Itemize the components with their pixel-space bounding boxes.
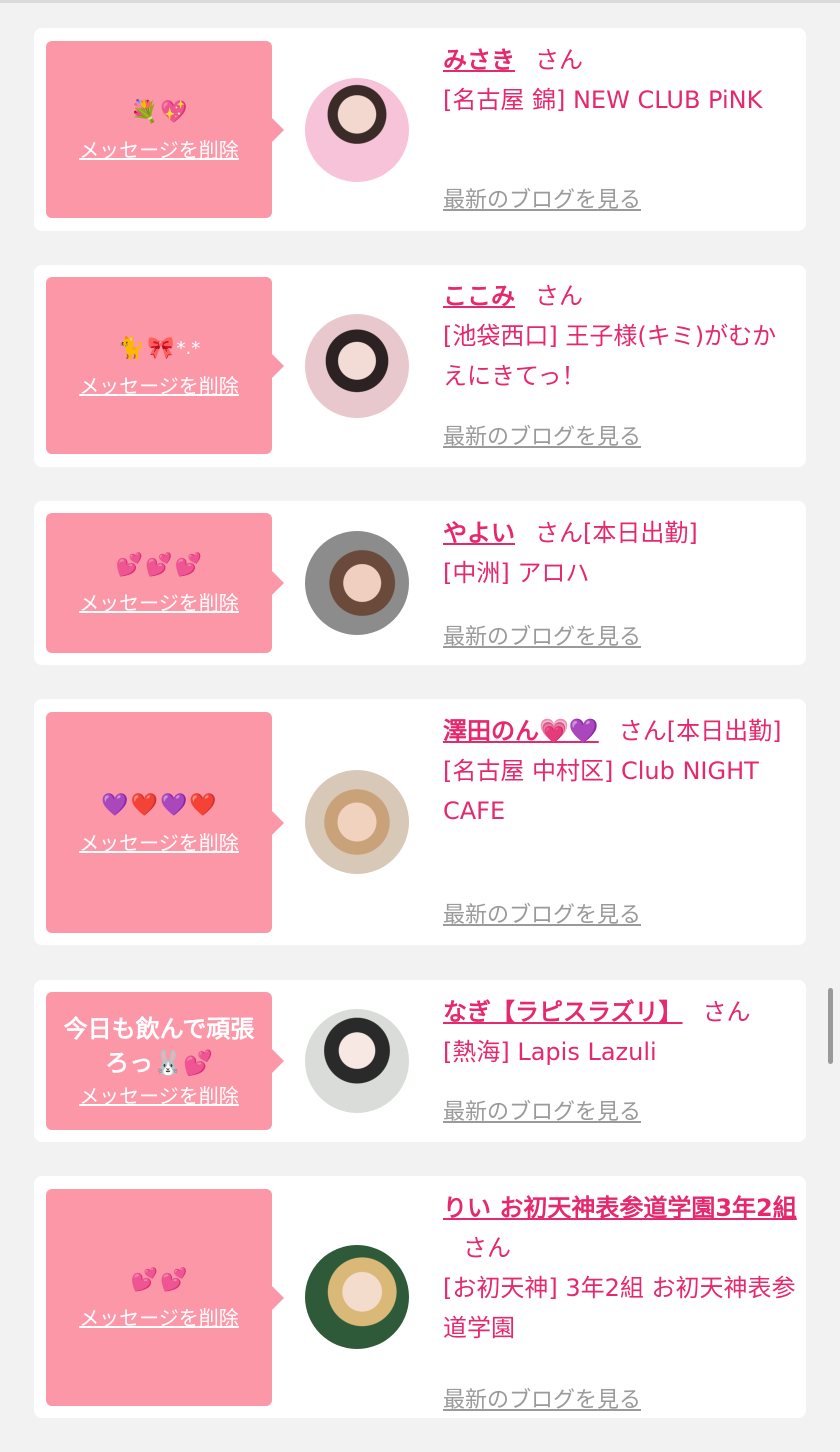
user-name-link[interactable]: なぎ【ラピスラズリ】 <box>443 998 683 1026</box>
sparkling-heart-icon: 💖 <box>160 99 188 125</box>
message-card: 💜 ❤️ 💜 ❤️ メッセージを削除 澤田のん💗💜 さん[本日出勤] [名古屋 中… <box>34 699 806 945</box>
delete-message-link[interactable]: メッセージを削除 <box>79 1304 239 1332</box>
honorific: さん <box>535 519 583 547</box>
latest-blog-link[interactable]: 最新のブログを見る <box>443 1094 641 1126</box>
avatar[interactable] <box>305 314 409 418</box>
red-heart-icon: ❤️ <box>130 792 158 818</box>
two-hearts-icon: 💕 <box>115 553 144 578</box>
user-name-link[interactable]: やよい <box>443 519 515 547</box>
honorific: さん <box>535 282 583 310</box>
user-name-link[interactable]: りい お初天神表参道学園3年2組 <box>443 1194 797 1222</box>
latest-blog-link[interactable]: 最新のブログを見る <box>443 419 641 451</box>
shop-name: [お初天神] 3年2組 お初天神表参道学園 <box>443 1274 796 1342</box>
sparkle-decoration: *.* <box>176 338 201 359</box>
message-emoji: 🐈 🎀 *.* <box>118 332 201 366</box>
shop-name: [中洲] アロハ <box>443 559 590 587</box>
two-hearts-icon: 💕 <box>145 553 173 578</box>
delete-message-link[interactable]: メッセージを削除 <box>79 1082 239 1110</box>
shop-name: [名古屋 中村区] Club NIGHT CAFE <box>443 757 759 825</box>
message-card: 今日も飲んで頑張ろっ🐰💕 メッセージを削除 なぎ【ラピスラズリ】 さん [熱海] … <box>34 980 806 1142</box>
latest-blog-link[interactable]: 最新のブログを見る <box>443 1382 641 1414</box>
ribbon-icon: 🎀 <box>147 335 175 361</box>
latest-blog-link[interactable]: 最新のブログを見る <box>443 897 641 929</box>
message-bubble: 💕 💕 メッセージを削除 <box>46 1189 284 1406</box>
message-emoji: 💐 💖 <box>131 96 188 130</box>
honorific: さん <box>618 717 667 745</box>
latest-blog-link[interactable]: 最新のブログを見る <box>443 619 641 651</box>
scrollbar-thumb[interactable] <box>828 988 833 1064</box>
delete-message-link[interactable]: メッセージを削除 <box>79 372 239 400</box>
message-bubble: 💕 💕 💕 メッセージを削除 <box>46 513 284 653</box>
delete-message-link[interactable]: メッセージを削除 <box>79 589 239 617</box>
two-hearts-icon: 💕 <box>130 1267 158 1293</box>
delete-message-link[interactable]: メッセージを削除 <box>79 829 239 857</box>
message-emoji: 💕 💕 <box>131 1264 188 1298</box>
top-divider <box>0 0 840 3</box>
purple-heart-icon: 💜 <box>101 792 129 818</box>
avatar[interactable] <box>305 770 409 874</box>
working-today-badge: [本日出勤] <box>583 519 698 547</box>
message-card: 🐈 🎀 *.* メッセージを削除 ここみ さん [池袋西口] 王子様(キミ)がむか… <box>34 265 806 467</box>
message-bubble: 💜 ❤️ 💜 ❤️ メッセージを削除 <box>46 712 284 933</box>
shop-name: [名古屋 錦] NEW CLUB PiNK <box>443 86 763 114</box>
avatar[interactable] <box>305 78 409 182</box>
message-card: 💐 💖 メッセージを削除 みさき さん [名古屋 錦] NEW CLUB PiNK… <box>34 28 806 231</box>
user-name-link[interactable]: ここみ <box>443 282 515 310</box>
avatar[interactable] <box>305 531 409 635</box>
avatar[interactable] <box>305 1009 409 1113</box>
bouquet-icon: 💐 <box>130 99 158 125</box>
message-emoji: 💜 ❤️ 💜 ❤️ <box>101 789 217 823</box>
message-card: 💕 💕 💕 メッセージを削除 やよい さん[本日出勤] [中洲] アロハ 最新のブ… <box>34 501 806 665</box>
avatar[interactable] <box>305 1245 409 1349</box>
red-heart-icon: ❤️ <box>189 792 217 818</box>
cat-icon: 🐈 <box>117 335 146 361</box>
message-bubble: 🐈 🎀 *.* メッセージを削除 <box>46 277 284 454</box>
message-text: 今日も飲んで頑張ろっ🐰💕 <box>63 1015 255 1077</box>
user-name-link[interactable]: 澤田のん💗💜 <box>443 717 599 745</box>
purple-heart-icon: 💜 <box>160 792 188 818</box>
shop-name: [熱海] Lapis Lazuli <box>443 1038 657 1066</box>
delete-message-link[interactable]: メッセージを削除 <box>79 136 239 164</box>
latest-blog-link[interactable]: 最新のブログを見る <box>443 182 641 214</box>
user-name-link[interactable]: みさき <box>443 46 515 74</box>
message-bubble: 今日も飲んで頑張ろっ🐰💕 メッセージを削除 <box>46 992 284 1130</box>
honorific: さん <box>535 46 583 74</box>
working-today-badge: [本日出勤] <box>666 717 782 745</box>
message-bubble: 💐 💖 メッセージを削除 <box>46 41 284 218</box>
honorific: さん <box>702 998 751 1026</box>
shop-name: [池袋西口] 王子様(キミ)がむかえにきてっ！ <box>443 322 777 390</box>
message-emoji: 💕 💕 💕 <box>116 549 202 583</box>
honorific: さん <box>463 1234 511 1262</box>
message-card: 💕 💕 メッセージを削除 りい お初天神表参道学園3年2組さん [お初天神] 3… <box>34 1176 806 1418</box>
two-hearts-icon: 💕 <box>174 553 203 578</box>
two-hearts-icon: 💕 <box>160 1267 188 1293</box>
